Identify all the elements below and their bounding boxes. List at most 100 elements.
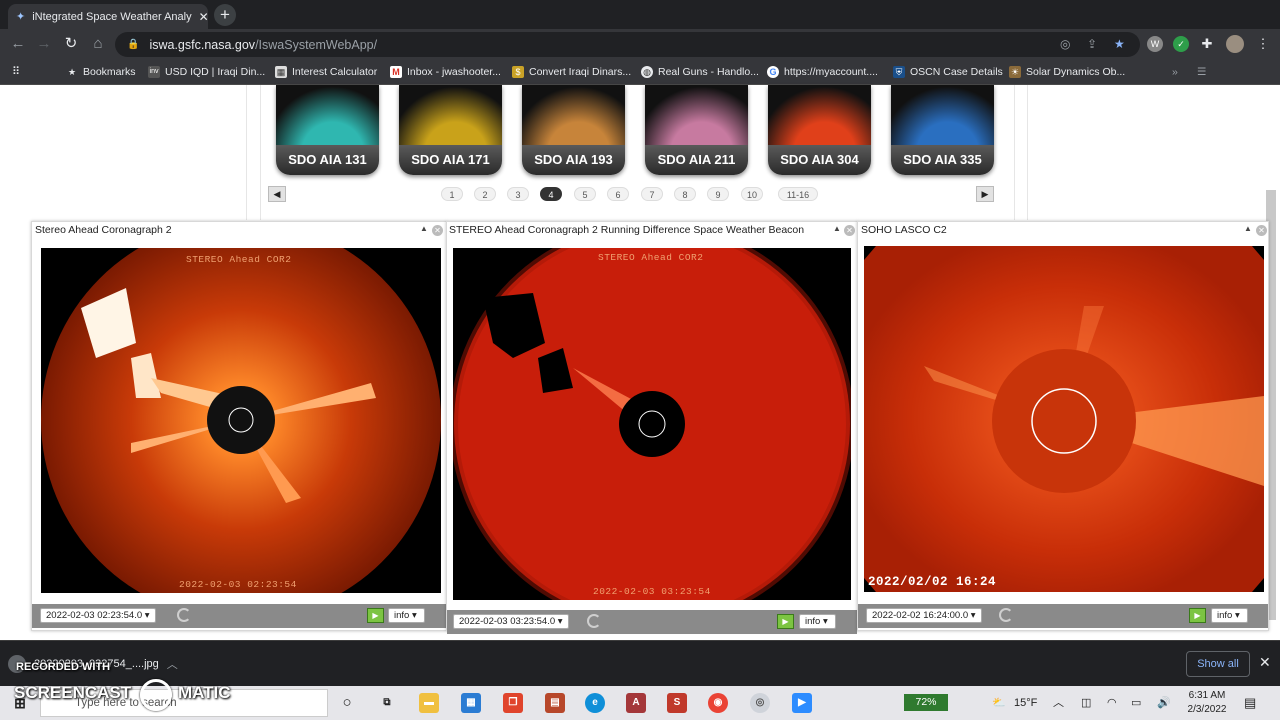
sdo-thumbnail[interactable]: SDO AIA 335	[891, 85, 994, 175]
play-animation-icon[interactable]: ▶	[777, 614, 794, 629]
play-animation-icon[interactable]: ▶	[367, 608, 384, 623]
bookmark-star-icon[interactable]: ★	[1114, 37, 1125, 51]
show-all-button[interactable]: Show all	[1186, 651, 1250, 677]
sun-image	[768, 85, 871, 147]
task-view-icon[interactable]: ⧉	[377, 693, 397, 713]
pager-page-4[interactable]: 4	[540, 187, 562, 201]
date-select[interactable]: 2022-02-02 16:24:00.0 ▾	[866, 608, 982, 623]
sdo-thumbnail[interactable]: SDO AIA 131	[276, 85, 379, 175]
watermark-line3: MATIC	[178, 683, 231, 702]
iswa-page: SDO AIA 131 SDO AIA 171 SDO AIA 193 SDO AIA…	[0, 85, 1280, 640]
w-extension-icon[interactable]: W	[1147, 36, 1163, 52]
battery-indicator[interactable]: 72%	[904, 694, 948, 711]
pager-page-11-16[interactable]: 11-16	[778, 187, 818, 201]
play-animation-icon[interactable]: ▶	[1189, 608, 1206, 623]
bookmark-item[interactable]: ☀ Solar Dynamics Ob...	[1009, 59, 1125, 85]
document-app-icon[interactable]: ▤	[545, 693, 565, 713]
tab-title: iNtegrated Space Weather Analy	[32, 10, 192, 23]
tracking-blocked-icon[interactable]: ◎	[1060, 37, 1070, 51]
refresh-icon[interactable]	[999, 608, 1013, 622]
info-select[interactable]: info ▾	[388, 608, 425, 623]
pager-page-2[interactable]: 2	[474, 187, 496, 201]
clock[interactable]: 6:31 AM 2/3/2022	[1180, 689, 1234, 717]
pager-page-5[interactable]: 5	[574, 187, 596, 201]
chrome-icon[interactable]: ◉	[708, 693, 728, 713]
pager-page-7[interactable]: 7	[641, 187, 663, 201]
menu-kebab-icon[interactable]: ⋮	[1255, 36, 1271, 52]
extensions-puzzle-icon[interactable]: ✚	[1199, 36, 1215, 52]
collapse-arrow-icon[interactable]: ▲	[1244, 224, 1252, 233]
info-select[interactable]: info ▾	[799, 614, 836, 629]
forward-arrow-icon[interactable]: →	[35, 36, 53, 52]
pager-page-1[interactable]: 1	[441, 187, 463, 201]
pager-next-arrow-icon[interactable]: ▶	[976, 186, 994, 202]
network-icon[interactable]: ▭	[1131, 686, 1141, 720]
bookmark-item[interactable]: ★ Bookmarks	[66, 59, 136, 85]
store-icon[interactable]: ▦	[461, 693, 481, 713]
pager-page-9[interactable]: 9	[707, 187, 729, 201]
browser-tab-active[interactable]: ✦ iNtegrated Space Weather Analy ✕	[8, 4, 208, 29]
thumbnail-label: SDO AIA 131	[276, 145, 379, 175]
wifi-icon[interactable]: ◠	[1107, 686, 1117, 720]
image-timestamp: 2022-02-03 03:23:54	[593, 586, 711, 597]
bookmark-item[interactable]: ▦ Interest Calculator	[275, 59, 377, 85]
bookmark-item[interactable]: Ghttps://myaccount....	[767, 59, 878, 85]
notifications-icon[interactable]: ▤	[1244, 686, 1256, 720]
check-extension-icon[interactable]: ✓	[1173, 36, 1189, 52]
share-icon[interactable]: ⇪	[1087, 37, 1097, 51]
sdo-thumbnail[interactable]: SDO AIA 304	[768, 85, 871, 175]
home-icon[interactable]: ⌂	[89, 36, 107, 52]
reading-list-icon[interactable]: ☰	[1197, 59, 1206, 85]
address-bar[interactable]: 🔒 iswa.gsfc.nasa.gov/IswaSystemWebApp/ ◎…	[115, 32, 1140, 57]
refresh-icon[interactable]	[177, 608, 191, 622]
weather-icon[interactable]: ⛅	[992, 686, 1006, 720]
collapse-arrow-icon[interactable]: ▲	[833, 224, 841, 233]
bookmark-item[interactable]: M Inbox - jwashooter...	[390, 59, 501, 85]
date-select[interactable]: 2022-02-03 02:23:54.0 ▾	[40, 608, 156, 623]
close-download-bar-icon[interactable]: ✕	[1259, 654, 1271, 671]
panel-close-icon[interactable]: ✕	[432, 225, 443, 236]
panel-stereo-running-diff: STEREO Ahead Coronagraph 2 Running Diffe…	[446, 221, 858, 634]
divider	[246, 85, 247, 220]
volume-icon[interactable]: 🔊	[1157, 686, 1171, 720]
refresh-icon[interactable]	[587, 614, 601, 628]
sdo-thumbnail[interactable]: SDO AIA 211	[645, 85, 748, 175]
chevron-up-icon[interactable]: ︿	[167, 656, 178, 672]
panel-close-icon[interactable]: ✕	[844, 225, 855, 236]
bookmark-item[interactable]: $ Convert Iraqi Dinars...	[512, 59, 631, 85]
zoom-icon[interactable]: ▶	[792, 693, 812, 713]
more-bookmarks-chevron-icon[interactable]: »	[1172, 59, 1178, 85]
collapse-arrow-icon[interactable]: ▲	[420, 224, 428, 233]
bookmark-item[interactable]: ⛨ OSCN Case Details	[893, 59, 1003, 85]
slack-s-icon[interactable]: S	[667, 693, 687, 713]
cortana-icon[interactable]: ○	[337, 693, 357, 713]
back-arrow-icon[interactable]: ←	[9, 36, 27, 52]
panel-close-icon[interactable]: ✕	[1256, 225, 1267, 236]
date-select[interactable]: 2022-02-03 03:23:54.0 ▾	[453, 614, 569, 629]
pager-prev-arrow-icon[interactable]: ◀	[268, 186, 286, 202]
reader-app-icon[interactable]: ❐	[503, 693, 523, 713]
bookmark-item[interactable]: inv USD IQD | Iraqi Din...	[148, 59, 265, 85]
camera-icon[interactable]: ◫	[1081, 686, 1091, 720]
apps-grid-icon[interactable]: ⠿	[10, 59, 22, 85]
recorder-icon[interactable]: ◎	[750, 693, 770, 713]
profile-avatar[interactable]	[1226, 35, 1244, 53]
file-explorer-icon[interactable]: ▬	[419, 693, 439, 713]
close-tab-icon[interactable]: ✕	[199, 10, 208, 24]
access-icon[interactable]: A	[626, 693, 646, 713]
lasco-c2-image: 2022/02/02 16:24	[864, 246, 1264, 592]
sdo-thumbnail[interactable]: SDO AIA 193	[522, 85, 625, 175]
tray-chevron-icon[interactable]: ︿	[1053, 686, 1064, 720]
pager-page-8[interactable]: 8	[674, 187, 696, 201]
sdo-thumbnail[interactable]: SDO AIA 171	[399, 85, 502, 175]
pager-page-10[interactable]: 10	[741, 187, 763, 201]
reload-icon[interactable]: ↻	[62, 36, 80, 52]
bookmark-item[interactable]: ◍ Real Guns - Handlo...	[641, 59, 759, 85]
pager-page-3[interactable]: 3	[507, 187, 529, 201]
edge-icon[interactable]: e	[585, 693, 605, 713]
image-header-text: STEREO Ahead COR2	[598, 252, 704, 263]
sun-image	[522, 85, 625, 147]
new-tab-button[interactable]: +	[214, 4, 236, 26]
pager-page-6[interactable]: 6	[607, 187, 629, 201]
info-select[interactable]: info ▾	[1211, 608, 1248, 623]
